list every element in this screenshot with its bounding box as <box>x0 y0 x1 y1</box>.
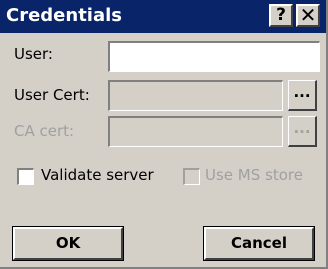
user-input[interactable] <box>108 41 320 72</box>
ca-cert-label: CA cert: <box>14 122 75 140</box>
user-label: User: <box>14 45 53 63</box>
user-cert-browse-button[interactable]: ... <box>288 80 317 111</box>
ca-cert-browse-button: ... <box>288 116 317 147</box>
user-cert-field <box>108 80 283 111</box>
validate-server-checkbox[interactable] <box>17 168 34 185</box>
dialog-title: Credentials <box>6 5 123 26</box>
use-ms-store-label: Use MS store <box>205 166 303 184</box>
ok-button[interactable]: OK <box>12 226 124 261</box>
use-ms-store-checkbox <box>183 168 200 185</box>
help-button[interactable]: ? <box>269 4 293 27</box>
ca-cert-field <box>108 116 283 147</box>
cancel-button[interactable]: Cancel <box>203 226 315 261</box>
close-button[interactable]: ✕ <box>296 4 320 27</box>
credentials-dialog: Credentials ? ✕ User: User Cert: ... CA … <box>0 0 328 269</box>
title-bar[interactable]: Credentials ? ✕ <box>0 0 326 33</box>
user-cert-label: User Cert: <box>14 86 90 104</box>
validate-server-label[interactable]: Validate server <box>41 165 154 185</box>
